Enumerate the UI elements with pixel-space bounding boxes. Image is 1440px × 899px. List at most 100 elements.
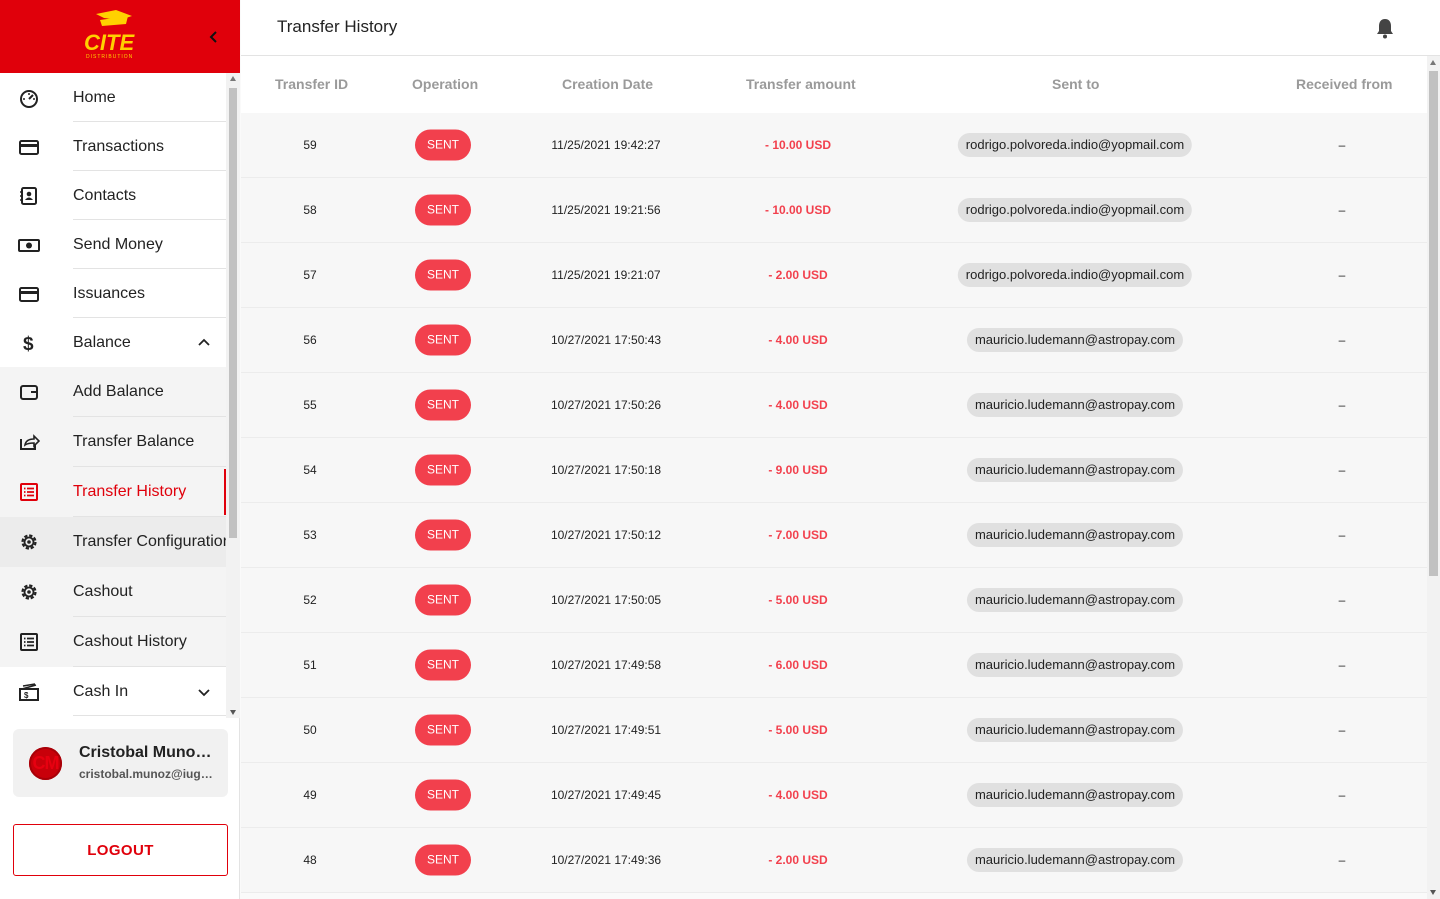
logout-button[interactable]: LOGOUT <box>13 824 228 876</box>
svg-text:CITE: CITE <box>84 30 135 55</box>
cell-sent-to-value[interactable]: mauricio.ludemann@astropay.com <box>966 783 1184 807</box>
cell-operation-value[interactable]: SENT <box>414 714 472 746</box>
sidebar-item-label: Transfer Balance <box>73 433 195 450</box>
cell-operation: SENT <box>414 714 472 746</box>
table-row[interactable]: 48 SENT 10/27/2021 17:49:36 - 2.00 USD mauri… <box>241 828 1427 893</box>
cell-sent-to-value[interactable]: mauricio.ludemann@astropay.com <box>966 718 1184 742</box>
sidebar-item-send-money[interactable]: Send Money <box>0 220 226 269</box>
table-row[interactable]: 58 SENT 11/25/2021 19:21:56 - 10.00 USD rodr… <box>241 178 1427 243</box>
scroll-up-arrow-icon[interactable] <box>230 76 236 81</box>
cell-operation-value[interactable]: SENT <box>414 584 472 616</box>
sidebar-item-transactions[interactable]: Transactions <box>0 122 226 171</box>
cell-transfer-id: 49 <box>303 788 316 802</box>
cell-transfer-amount-value: - 4.00 USD <box>768 333 828 347</box>
bell-icon[interactable] <box>1375 17 1395 39</box>
sidebar-item-issuances[interactable]: Issuances <box>0 269 226 318</box>
table-row[interactable]: 51 SENT 10/27/2021 17:49:58 - 6.00 USD mauri… <box>241 633 1427 698</box>
cell-creation-date: 10/27/2021 17:49:45 <box>551 788 661 802</box>
cell-creation-date: 11/25/2021 19:21:56 <box>551 203 660 217</box>
cell-operation-value[interactable]: SENT <box>414 389 472 421</box>
cell-sent-to: mauricio.ludemann@astropay.com <box>966 458 1184 482</box>
cell-creation-date: 10/27/2021 17:49:58 <box>551 658 661 672</box>
column-header-sent-to[interactable]: Sent to <box>1052 76 1099 92</box>
cell-sent-to-value[interactable]: mauricio.ludemann@astropay.com <box>966 458 1184 482</box>
sidebar-item-home[interactable]: Home <box>0 73 226 122</box>
cell-operation-value[interactable]: SENT <box>414 324 472 356</box>
column-header-creation-date[interactable]: Creation Date <box>562 76 653 92</box>
sidebar-item-cashout[interactable]: Cashout <box>0 567 226 617</box>
cell-received-from-value: – <box>1338 658 1346 672</box>
sidebar-item-balance[interactable]: $ Balance <box>0 318 226 367</box>
table-row[interactable]: 50 SENT 10/27/2021 17:49:51 - 5.00 USD mauri… <box>241 698 1427 763</box>
scrollbar-thumb[interactable] <box>229 88 237 538</box>
sidebar-item-transfer-configuration[interactable]: Transfer Configuration <box>0 517 226 567</box>
sidebar-item-cashout-history[interactable]: Cashout History <box>0 617 226 667</box>
cell-sent-to-value[interactable]: rodrigo.polvoreda.indio@yopmail.com <box>957 263 1193 287</box>
chevron-up-icon[interactable] <box>196 335 212 351</box>
cell-transfer-amount-value: - 6.00 USD <box>768 658 828 672</box>
user-card[interactable]: CM Cristobal Munoz Jugo cristobal.munoz@… <box>13 729 228 797</box>
cell-operation-value[interactable]: SENT <box>414 454 472 486</box>
table-row[interactable]: 53 SENT 10/27/2021 17:50:12 - 7.00 USD mauri… <box>241 503 1427 568</box>
cell-sent-to-value[interactable]: mauricio.ludemann@astropay.com <box>966 848 1184 872</box>
cell-received-from-value: – <box>1338 723 1346 737</box>
cell-sent-to-value[interactable]: mauricio.ludemann@astropay.com <box>966 523 1184 547</box>
scroll-down-arrow-icon[interactable] <box>230 710 236 715</box>
table-row[interactable]: 49 SENT 10/27/2021 17:49:45 - 4.00 USD mauri… <box>241 763 1427 828</box>
scroll-down-arrow-icon[interactable] <box>1430 890 1436 895</box>
gear-icon <box>18 531 40 553</box>
column-header-received-from[interactable]: Received from <box>1296 76 1392 92</box>
cell-sent-to-value[interactable]: mauricio.ludemann@astropay.com <box>966 588 1184 612</box>
table-row[interactable]: 57 SENT 11/25/2021 19:21:07 - 2.00 USD rodri… <box>241 243 1427 308</box>
cell-creation-date-value: 10/27/2021 17:50:12 <box>550 528 662 542</box>
cell-sent-to-value[interactable]: rodrigo.polvoreda.indio@yopmail.com <box>957 198 1193 222</box>
column-header-operation[interactable]: Operation <box>412 76 478 92</box>
cell-received-from: – <box>1339 658 1346 672</box>
table-row[interactable]: 56 SENT 10/27/2021 17:50:43 - 4.00 USD mauri… <box>241 308 1427 373</box>
table-body: 59 SENT 11/25/2021 19:42:27 - 10.00 USD rodr… <box>241 113 1427 893</box>
column-header-transfer-amount[interactable]: Transfer amount <box>746 76 856 92</box>
table-row[interactable]: 59 SENT 11/25/2021 19:42:27 - 10.00 USD rodr… <box>241 113 1427 178</box>
cell-sent-to-value[interactable]: mauricio.ludemann@astropay.com <box>966 653 1184 677</box>
sidebar-item-label: Add Balance <box>73 383 164 400</box>
sidebar-item-transfer-history[interactable]: Transfer History <box>0 467 226 517</box>
brand-logo[interactable]: CITE DISTRIBUTION <box>82 10 146 60</box>
cell-operation-value[interactable]: SENT <box>414 519 472 551</box>
cell-operation-value[interactable]: SENT <box>414 129 472 161</box>
cell-transfer-id: 55 <box>303 398 316 412</box>
table-row[interactable]: 54 SENT 10/27/2021 17:50:18 - 9.00 USD mauri… <box>241 438 1427 503</box>
cell-received-from: – <box>1339 463 1346 477</box>
cell-creation-date-value: 10/27/2021 17:49:58 <box>550 658 662 672</box>
cell-operation-value[interactable]: SENT <box>414 844 472 876</box>
sidebar-item-transfer-balance[interactable]: Transfer Balance <box>0 417 226 467</box>
cell-sent-to-value[interactable]: mauricio.ludemann@astropay.com <box>966 393 1184 417</box>
cell-received-from: – <box>1339 268 1346 282</box>
cell-creation-date: 10/27/2021 17:50:43 <box>551 333 661 347</box>
chevron-left-icon[interactable] <box>204 27 224 47</box>
sidebar-scrollbar[interactable] <box>226 73 240 718</box>
cell-operation-value[interactable]: SENT <box>414 779 472 811</box>
cell-sent-to-value[interactable]: rodrigo.polvoreda.indio@yopmail.com <box>957 133 1193 157</box>
list-icon <box>18 631 40 653</box>
cell-transfer-amount: - 10.00 USD <box>765 138 831 152</box>
chevron-down-icon[interactable] <box>196 684 212 700</box>
cell-operation-value[interactable]: SENT <box>414 259 472 291</box>
cell-creation-date: 11/25/2021 19:21:07 <box>551 268 660 282</box>
cell-transfer-id: 57 <box>303 268 316 282</box>
table-row[interactable]: 52 SENT 10/27/2021 17:50:05 - 5.00 USD mauri… <box>241 568 1427 633</box>
cell-transfer-id: 56 <box>303 333 316 347</box>
sidebar-item-contacts[interactable]: Contacts <box>0 171 226 220</box>
user-name: Cristobal Munoz Jugo <box>79 744 219 761</box>
cell-transfer-amount-value: - 10.00 USD <box>764 138 832 152</box>
column-header-transfer-id[interactable]: Transfer ID <box>275 76 348 92</box>
cell-sent-to-value[interactable]: mauricio.ludemann@astropay.com <box>966 328 1184 352</box>
sidebar-item-add-balance[interactable]: Add Balance <box>0 367 226 417</box>
scroll-up-arrow-icon[interactable] <box>1430 60 1436 65</box>
main-scrollbar[interactable] <box>1427 56 1440 899</box>
cell-operation-value[interactable]: SENT <box>414 649 472 681</box>
sidebar-item-cash-in[interactable]: $ Cash In <box>0 667 226 716</box>
scrollbar-thumb[interactable] <box>1429 71 1438 576</box>
cell-operation-value[interactable]: SENT <box>414 194 472 226</box>
cell-received-from-value: – <box>1338 853 1346 867</box>
table-row[interactable]: 55 SENT 10/27/2021 17:50:26 - 4.00 USD mauri… <box>241 373 1427 438</box>
